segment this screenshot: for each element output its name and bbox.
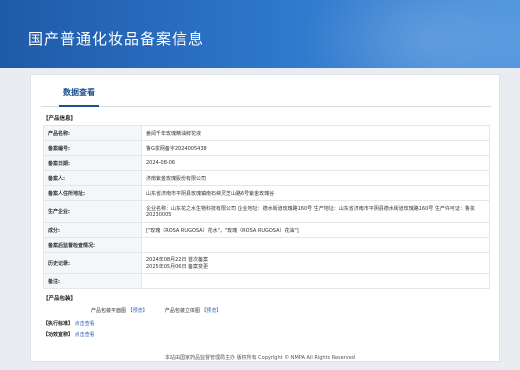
info-key: 备案日期: [43, 155, 142, 171]
product-info-title: 【产品信息】 [43, 116, 77, 122]
product-info-table: 产品名称: 姜阅千年玫瑰精油鲜花液 备案编号: 鲁G妆网备字2024005438 备案日… [43, 125, 490, 289]
info-value-line: 2025年05月06日 备案变更 [146, 264, 209, 270]
info-row: 备案人住所地址: 山东省济南市平阴县玫瑰镇南石峡灵芝山路6号紫金玫瑰谷 [43, 185, 490, 201]
info-value: ["玫瑰（ROSA RUGOSA）花水"，"玫瑰（ROSA RUGOSA）花油"… [141, 222, 490, 238]
detail-card: 数据查看 【产品信息】 产品名称: 姜阅千年玫瑰精油鲜花液 备案编号: 鲁G妆网备字2… [30, 74, 500, 362]
info-row: 成分: ["玫瑰（ROSA RUGOSA）花水"，"玫瑰（ROSA RUGOSA）… [43, 222, 490, 238]
info-value [141, 273, 490, 289]
packaging-flat-label: 产品包装平面图 [91, 308, 127, 314]
info-value: 鲁G妆网备字2024005438 [141, 140, 490, 156]
info-value: 2024年08月22日 首次备案 2025年05月06日 备案变更 [141, 252, 490, 274]
info-value: 济南紫金玫瑰股份有限公司 [141, 170, 490, 186]
info-value: 姜阅千年玫瑰精油鲜花液 [141, 125, 490, 141]
standard-row: 【执行标准】 点击查看 [43, 320, 95, 327]
info-value-line: 山东省济南市平阴县玫瑰镇南石峡灵芝山路6号紫金玫瑰谷 [146, 190, 275, 197]
info-key: 产品名称: [43, 125, 142, 141]
info-key: 生产企业: [43, 200, 142, 223]
info-value: 2024-08-06 [141, 155, 490, 171]
info-key: 成分: [43, 222, 142, 238]
packaging-stereo-preview-link[interactable]: 【预览】 [201, 308, 221, 314]
info-value-line: 2024-08-06 [146, 160, 176, 166]
info-value-line: 姜阅千年玫瑰精油鲜花液 [146, 130, 202, 137]
standard-view-link[interactable]: 点击查看 [75, 321, 95, 327]
info-key: 备案人: [43, 170, 142, 186]
info-value-line: 鲁G妆网备字2024005438 [146, 145, 207, 152]
info-key: 备案人住所地址: [43, 185, 142, 201]
info-key: 备案后监督检查情况: [43, 237, 142, 253]
info-value [141, 237, 490, 253]
info-row: 备注: [43, 273, 490, 289]
efficacy-row: 【功效宣称】 点击查看 [43, 331, 95, 338]
tab-bar: 数据查看 [41, 81, 491, 107]
info-row: 产品名称: 姜阅千年玫瑰精油鲜花液 [43, 125, 490, 141]
packaging-row: 产品包装平面图 【预览】 产品包装立体图 【预览】 [91, 307, 221, 314]
info-row: 备案日期: 2024-08-06 [43, 155, 490, 171]
info-value-line: 济南紫金玫瑰股份有限公司 [146, 175, 207, 182]
efficacy-label: 【功效宣称】 [43, 332, 74, 338]
info-row: 生产企业: 企业名称：山东花之水生物科技有限公司 企业地址：德水街道玫瑰路160号… [43, 200, 490, 223]
footer-copyright: 本站由国家药品监督管理局主办 版权所有 Copyright © NMPA All… [165, 355, 355, 361]
info-key: 历史记录: [43, 252, 142, 274]
info-row: 备案后监督检查情况: [43, 237, 490, 253]
info-value-line: 企业名称：山东花之水生物科技有限公司 企业地址：德水街道玫瑰路160号 生产地址… [146, 206, 475, 218]
header-banner: 国产普通化妆品备案信息 [0, 0, 520, 68]
efficacy-view-link[interactable]: 点击查看 [75, 332, 95, 338]
packaging-title: 【产品包装】 [43, 296, 77, 302]
info-key: 备案编号: [43, 140, 142, 156]
page-title: 国产普通化妆品备案信息 [28, 30, 205, 48]
packaging-stereo-label: 产品包装立体图 [164, 308, 200, 314]
info-value-line: ["玫瑰（ROSA RUGOSA）花水"，"玫瑰（ROSA RUGOSA）花油"… [146, 227, 299, 234]
info-value: 企业名称：山东花之水生物科技有限公司 企业地址：德水街道玫瑰路160号 生产地址… [141, 200, 490, 223]
info-value-line: 2024年08月22日 首次备案 [146, 257, 209, 263]
packaging-flat-preview-link[interactable]: 【预览】 [128, 308, 148, 314]
info-value: 山东省济南市平阴县玫瑰镇南石峡灵芝山路6号紫金玫瑰谷 [141, 185, 490, 201]
info-key: 备注: [43, 273, 142, 289]
info-row: 历史记录: 2024年08月22日 首次备案 2025年05月06日 备案变更 [43, 252, 490, 274]
tab-data-view[interactable]: 数据查看 [59, 87, 99, 107]
info-row: 备案编号: 鲁G妆网备字2024005438 [43, 140, 490, 156]
standard-label: 【执行标准】 [43, 321, 74, 327]
info-row: 备案人: 济南紫金玫瑰股份有限公司 [43, 170, 490, 186]
